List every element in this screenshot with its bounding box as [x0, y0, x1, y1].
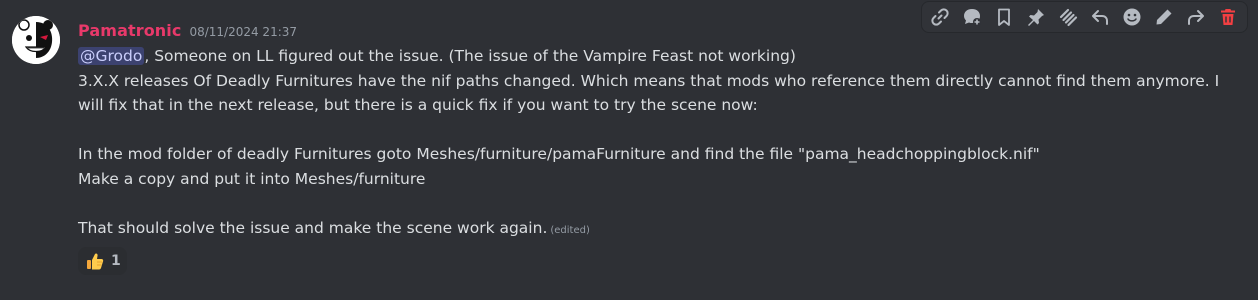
reaction-count: 1 — [111, 253, 121, 269]
avatar[interactable] — [12, 16, 60, 64]
message-line: @Grodo, Someone on LL figured out the is… — [78, 44, 1228, 69]
delete-icon — [1221, 9, 1235, 25]
message-content: @Grodo, Someone on LL figured out the is… — [78, 44, 1228, 241]
message-line: Make a copy and put it into Meshes/furni… — [78, 169, 426, 188]
forward-button[interactable] — [1180, 2, 1212, 32]
copy-link-button[interactable] — [924, 2, 956, 32]
message-line: In the mod folder of deadly Furnitures g… — [78, 145, 1040, 164]
bookmark-icon — [998, 8, 1010, 26]
edited-label: (edited) — [550, 225, 590, 237]
forward-icon — [1188, 10, 1204, 25]
message-text: That should solve the issue and make the… — [78, 219, 548, 238]
message-header: Pamatronic 08/11/2024 21:37 — [78, 21, 297, 43]
apps-button[interactable] — [1052, 2, 1084, 32]
reaction-thumbs-up[interactable]: 1 — [78, 247, 127, 275]
reply-icon — [1092, 10, 1108, 25]
message-line: 3.X.X releases Of Deadly Furnitures have… — [78, 71, 1220, 90]
username[interactable]: Pamatronic — [78, 21, 181, 40]
message-text: , Someone on LL figured out the issue. (… — [144, 47, 796, 65]
create-thread-button[interactable] — [956, 2, 988, 32]
edit-icon — [1156, 9, 1172, 25]
add-reaction-button[interactable] — [1116, 2, 1148, 32]
message-line: will fix that in the next release, but t… — [78, 96, 758, 115]
message-item: Pamatronic 08/11/2024 21:37 @Grodo, Some… — [0, 0, 1258, 300]
bookmark-button[interactable] — [988, 2, 1020, 32]
apps-icon — [1059, 8, 1078, 27]
pin-icon — [1028, 9, 1044, 26]
pin-button[interactable] — [1020, 2, 1052, 32]
message-line: That should solve the issue and make the… — [78, 216, 1228, 241]
link-icon — [931, 8, 949, 26]
delete-button[interactable] — [1212, 2, 1244, 32]
reply-button[interactable] — [1084, 2, 1116, 32]
thumbs-up-icon — [85, 251, 105, 271]
add-reaction-icon — [1123, 8, 1141, 26]
message-actions-toolbar — [921, 1, 1248, 33]
timestamp[interactable]: 08/11/2024 21:37 — [189, 25, 297, 39]
create-thread-icon — [964, 9, 981, 26]
edit-button[interactable] — [1148, 2, 1180, 32]
user-mention[interactable]: @Grodo — [78, 47, 145, 65]
